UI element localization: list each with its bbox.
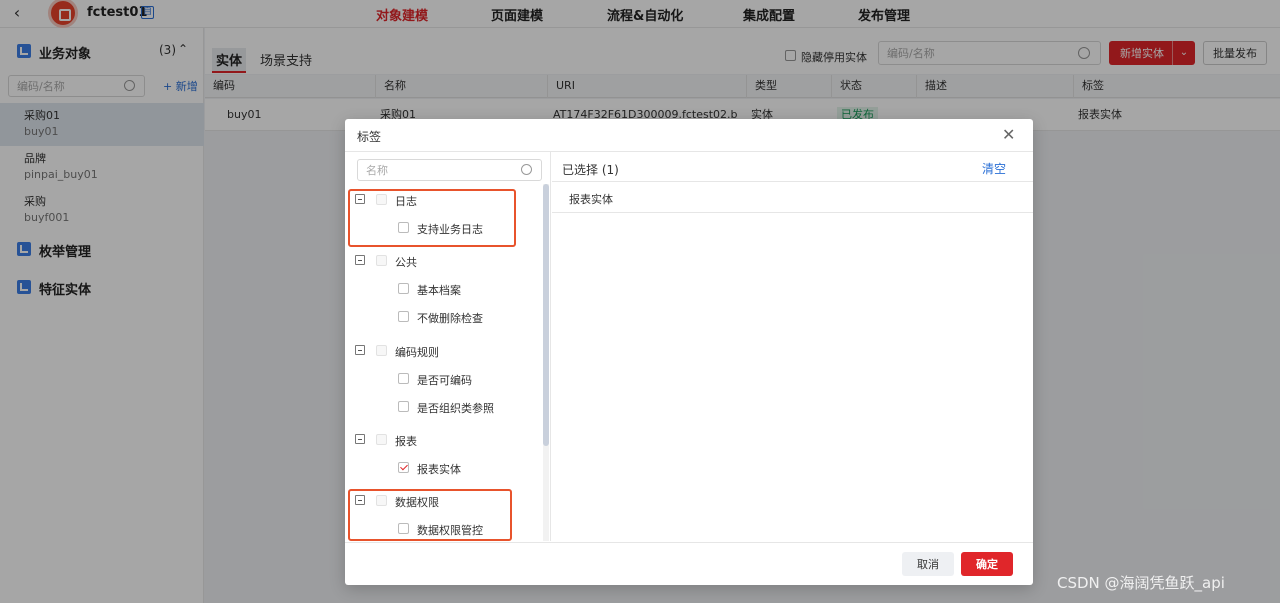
clear-selection-link[interactable]: 清空 [982, 160, 1006, 177]
annotation-highlight [348, 489, 512, 541]
tag-checkbox-report-entity[interactable] [398, 462, 409, 473]
tag-checkbox-no-delete-check[interactable] [398, 311, 409, 322]
group-label-report: 报表 [395, 435, 417, 448]
group-checkbox-report [376, 434, 387, 445]
collapse-toggle-coding-rule[interactable] [355, 345, 365, 355]
selected-count-title: 已选择 (1) [562, 163, 619, 177]
selected-pane-header: 已选择 (1) 清空 [552, 152, 1033, 182]
group-checkbox-coding-rule [376, 345, 387, 356]
tag-tree-pane: 日志 支持业务日志 公共 基本档案 不做删除检查 编码规则 是否可编码 是否组织… [345, 152, 551, 541]
group-label-coding-rule: 编码规则 [395, 346, 439, 359]
tag-checkbox-org-reference[interactable] [398, 401, 409, 412]
tag-label-codeable[interactable]: 是否可编码 [417, 372, 472, 388]
cancel-button[interactable]: 取消 [902, 552, 954, 576]
watermark-text: CSDN @海阔凭鱼跃_api [1057, 574, 1225, 592]
collapse-toggle-report[interactable] [355, 434, 365, 444]
group-checkbox-common [376, 255, 387, 266]
tag-label-no-delete-check[interactable]: 不做删除检查 [417, 310, 483, 326]
group-label-common: 公共 [395, 256, 417, 269]
tag-label-report-entity[interactable]: 报表实体 [417, 461, 461, 477]
tag-label-basic-archive[interactable]: 基本档案 [417, 282, 461, 298]
annotation-highlight [348, 189, 516, 247]
divider [345, 542, 1033, 543]
dialog-title: 标签 [357, 130, 382, 144]
tag-checkbox-codeable[interactable] [398, 373, 409, 384]
scrollbar-thumb[interactable] [543, 184, 549, 446]
close-icon[interactable]: ✕ [1002, 125, 1015, 144]
confirm-button[interactable]: 确定 [961, 552, 1013, 576]
search-icon[interactable] [521, 164, 532, 175]
tag-search-input[interactable] [357, 159, 542, 181]
tag-selection-dialog: 标签 ✕ 日志 支持业务日志 公共 基本档案 不做删除检查 编码规则 是否可编码… [345, 119, 1033, 585]
selected-item-label: 报表实体 [569, 193, 613, 206]
collapse-toggle-common[interactable] [355, 255, 365, 265]
selected-item[interactable]: 报表实体 [552, 183, 1033, 213]
tag-label-org-reference[interactable]: 是否组织类参照 [417, 400, 494, 416]
tag-checkbox-basic-archive[interactable] [398, 283, 409, 294]
